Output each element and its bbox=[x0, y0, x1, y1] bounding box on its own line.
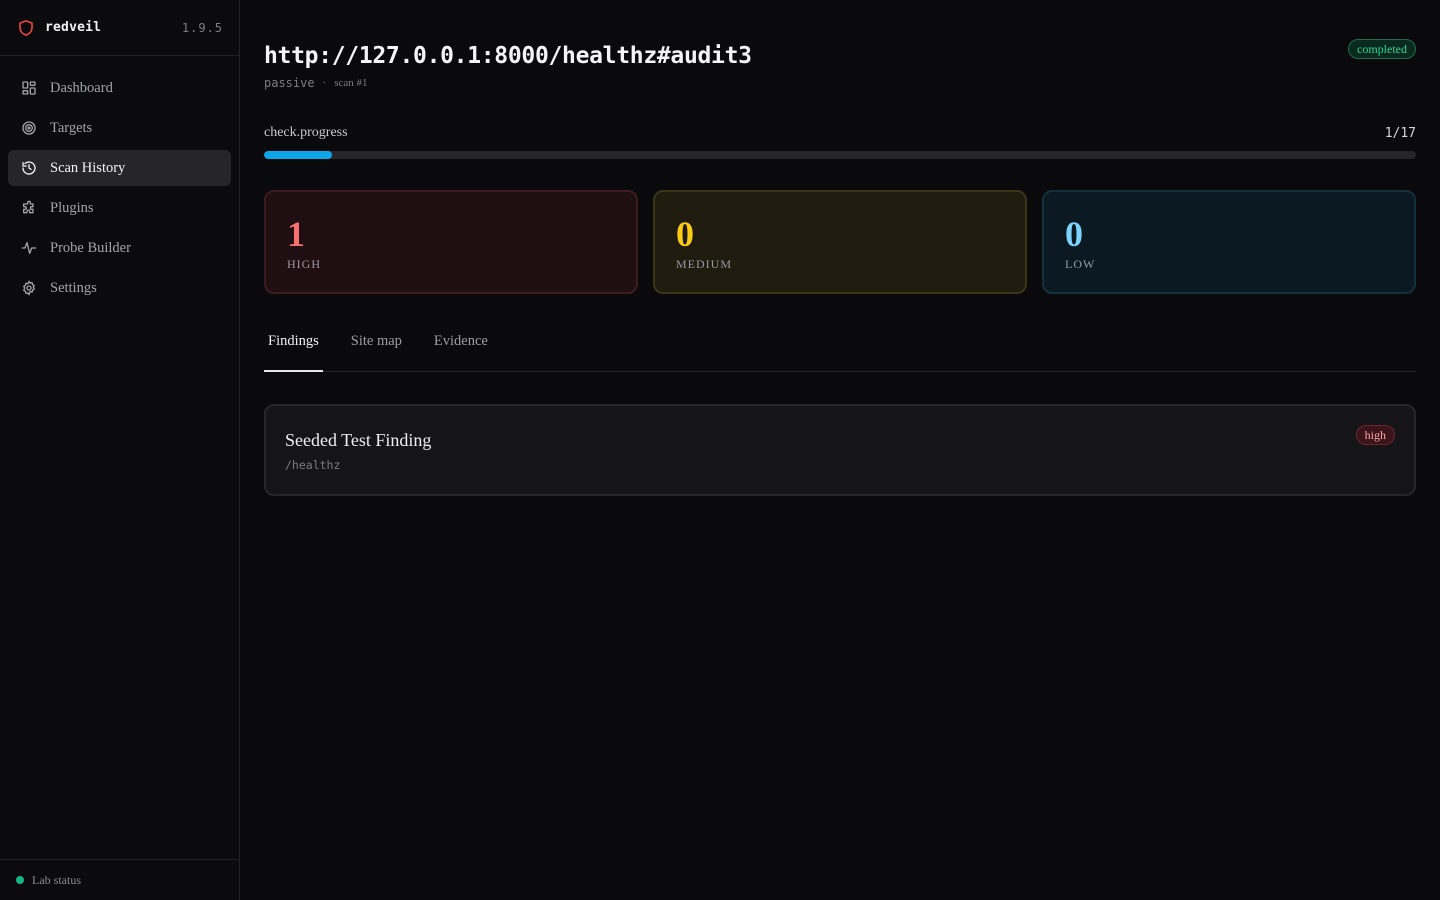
shield-logo-icon bbox=[17, 19, 35, 37]
scan-header: http://127.0.0.1:8000/healthz#audit3 pas… bbox=[264, 39, 1416, 96]
gear-icon bbox=[20, 279, 38, 297]
sidebar-nav: Dashboard Targets Scan History Plugins P… bbox=[0, 56, 239, 324]
page-title: http://127.0.0.1:8000/healthz#audit3 bbox=[264, 43, 752, 69]
main-content: http://127.0.0.1:8000/healthz#audit3 pas… bbox=[240, 0, 1440, 900]
brand-header: redveil 1.9.5 bbox=[0, 0, 239, 56]
finding-card[interactable]: Seeded Test Finding /healthz high bbox=[264, 404, 1416, 496]
scan-number: scan #1 bbox=[334, 77, 368, 89]
scan-meta: passive · scan #1 bbox=[264, 76, 1416, 90]
low-label: LOW bbox=[1065, 257, 1096, 271]
high-label: HIGH bbox=[287, 257, 321, 271]
progress-fill bbox=[264, 151, 332, 159]
app-version: 1.9.5 bbox=[181, 20, 223, 35]
result-tabs: Findings Site map Evidence bbox=[264, 325, 1416, 372]
tab-site-map[interactable]: Site map bbox=[347, 325, 406, 371]
sidebar-item-label: Settings bbox=[50, 279, 97, 296]
scan-mode: passive bbox=[264, 76, 315, 90]
status-badge: completed bbox=[1348, 39, 1416, 59]
history-icon bbox=[20, 159, 38, 177]
medium-count-card: 0 MEDIUM bbox=[653, 190, 1027, 294]
tab-evidence[interactable]: Evidence bbox=[430, 325, 492, 371]
high-count-card: 1 HIGH bbox=[264, 190, 638, 294]
finding-path: /healthz bbox=[285, 458, 341, 472]
status-dot-icon bbox=[16, 876, 24, 884]
sidebar: redveil 1.9.5 Dashboard Targets Scan His… bbox=[0, 0, 240, 900]
sidebar-item-label: Scan History bbox=[50, 159, 126, 176]
progress-label: check.progress bbox=[264, 125, 348, 140]
dashboard-icon bbox=[20, 79, 38, 97]
progress-track bbox=[264, 151, 1416, 159]
sidebar-item-plugins[interactable]: Plugins bbox=[8, 190, 231, 226]
puzzle-icon bbox=[20, 199, 38, 217]
sidebar-item-dashboard[interactable]: Dashboard bbox=[8, 70, 231, 106]
sidebar-item-scan-history[interactable]: Scan History bbox=[8, 150, 231, 186]
sidebar-item-label: Targets bbox=[50, 119, 93, 136]
high-count: 1 bbox=[287, 214, 305, 254]
lab-status-label: Lab status bbox=[32, 872, 81, 887]
sidebar-item-settings[interactable]: Settings bbox=[8, 270, 231, 306]
meta-separator: · bbox=[322, 77, 327, 89]
tab-findings[interactable]: Findings bbox=[264, 325, 323, 372]
app-root: redveil 1.9.5 Dashboard Targets Scan His… bbox=[0, 0, 1440, 900]
app-name: redveil bbox=[45, 20, 102, 35]
sidebar-item-label: Dashboard bbox=[50, 79, 113, 96]
check-progress: check.progress 1/17 bbox=[264, 124, 1416, 159]
finding-title: Seeded Test Finding bbox=[285, 430, 432, 450]
pulse-icon bbox=[20, 239, 38, 257]
sidebar-item-label: Plugins bbox=[50, 199, 94, 216]
sidebar-item-targets[interactable]: Targets bbox=[8, 110, 231, 146]
low-count-card: 0 LOW bbox=[1042, 190, 1416, 294]
target-icon bbox=[20, 119, 38, 137]
lab-status[interactable]: Lab status bbox=[0, 859, 239, 900]
severity-badge: high bbox=[1355, 425, 1395, 445]
sidebar-item-probe-builder[interactable]: Probe Builder bbox=[8, 230, 231, 266]
progress-count: 1/17 bbox=[1384, 125, 1416, 141]
sidebar-item-label: Probe Builder bbox=[50, 239, 131, 256]
medium-label: MEDIUM bbox=[676, 257, 732, 271]
medium-count: 0 bbox=[676, 214, 694, 254]
low-count: 0 bbox=[1065, 214, 1083, 254]
severity-summary: 1 HIGH 0 MEDIUM 0 LOW bbox=[264, 190, 1416, 294]
